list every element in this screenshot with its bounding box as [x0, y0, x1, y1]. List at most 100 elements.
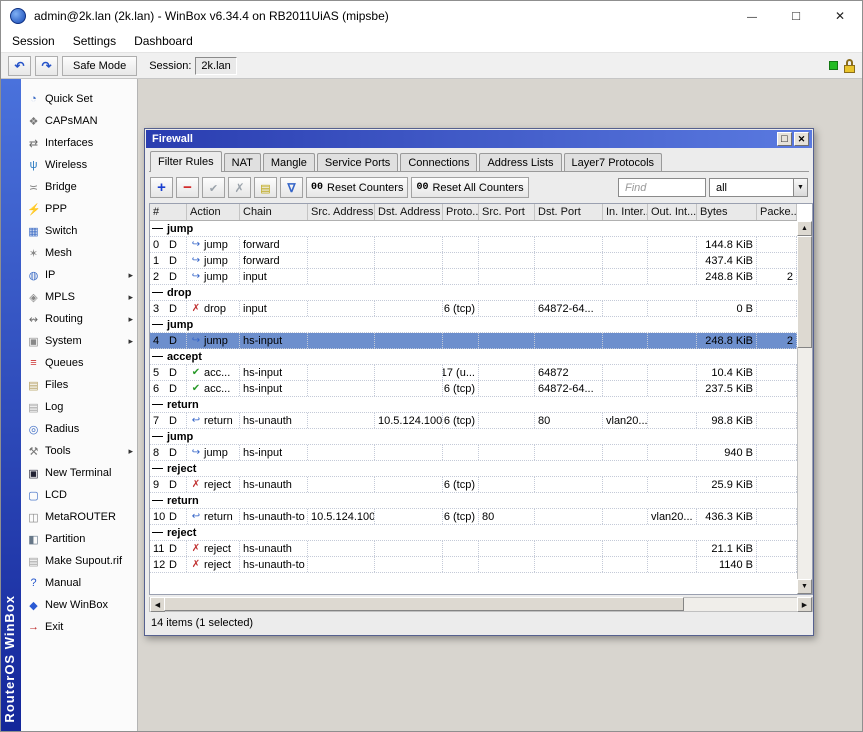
vertical-scroll-thumb[interactable] [797, 236, 812, 348]
separator-row[interactable]: accept [150, 349, 797, 365]
tab-address-lists[interactable]: Address Lists [479, 153, 561, 171]
comment-button[interactable] [254, 177, 277, 198]
sidebar-item-ppp[interactable]: ⚡PPP [21, 198, 137, 220]
rule-row[interactable]: 5D✔acc...hs-input17 (u...6487210.4 KiB [150, 365, 797, 381]
filter-combobox-value[interactable]: all [709, 178, 793, 197]
sidebar-item-make-supout-rif[interactable]: ▤Make Supout.rif [21, 550, 137, 572]
column-header-proto-[interactable]: Proto... [443, 204, 479, 220]
tab-connections[interactable]: Connections [400, 153, 477, 171]
column-header-action[interactable]: Action [187, 204, 240, 220]
scroll-right-button[interactable]: ▶ [797, 597, 812, 612]
safe-mode-button[interactable]: Safe Mode [62, 56, 137, 76]
separator-row[interactable]: return [150, 397, 797, 413]
rule-row[interactable]: 1D↪jumpforward437.4 KiB [150, 253, 797, 269]
vertical-scrollbar[interactable]: ▲ ▼ [797, 221, 812, 594]
sidebar-item-routing[interactable]: ↭Routing▸ [21, 308, 137, 330]
tab-filter-rules[interactable]: Filter Rules [150, 151, 222, 172]
separator-row[interactable]: reject [150, 461, 797, 477]
rule-row[interactable]: 2D↪jumpinput248.8 KiB2 [150, 269, 797, 285]
column-header-out-int-[interactable]: Out. Int... [648, 204, 697, 220]
column-header-dst-address[interactable]: Dst. Address [375, 204, 443, 220]
sidebar-item-system[interactable]: ▣System▸ [21, 330, 137, 352]
redo-button[interactable] [35, 56, 58, 76]
sidebar-item-new-winbox[interactable]: ◆New WinBox [21, 594, 137, 616]
sidebar-item-tools[interactable]: ⚒Tools▸ [21, 440, 137, 462]
firewall-tabs: Filter RulesNATMangleService PortsConnec… [149, 151, 809, 172]
column-header-packe-[interactable]: Packe... [757, 204, 797, 220]
rule-row[interactable]: 3D✗dropinput6 (tcp)64872-64...0 B [150, 301, 797, 317]
sidebar-item-log[interactable]: ▤Log [21, 396, 137, 418]
add-rule-button[interactable] [150, 177, 173, 198]
column-header--[interactable]: # [150, 204, 187, 220]
column-header-src-address[interactable]: Src. Address [308, 204, 375, 220]
menu-item-session[interactable]: Session [3, 31, 64, 51]
reset-all-counters-button[interactable]: 00 Reset All Counters [411, 177, 528, 198]
firewall-titlebar[interactable]: Firewall [146, 130, 812, 148]
enable-rule-button[interactable] [202, 177, 225, 198]
sidebar-item-mpls[interactable]: ◈MPLS▸ [21, 286, 137, 308]
filter-button[interactable] [280, 177, 303, 198]
separator-row[interactable]: jump [150, 221, 797, 237]
rule-row[interactable]: 11D✗rejecths-unauth21.1 KiB [150, 541, 797, 557]
session-value[interactable]: 2k.lan [195, 57, 236, 75]
separator-row[interactable]: drop [150, 285, 797, 301]
rule-row[interactable]: 4D↪jumphs-input248.8 KiB2 [150, 333, 797, 349]
dialog-close-button[interactable] [794, 132, 809, 146]
sidebar-item-quick-set[interactable]: ◔Quick Set [21, 88, 137, 110]
horizontal-scrollbar[interactable]: ◀ ▶ [149, 597, 813, 612]
rule-row[interactable]: 9D✗rejecths-unauth6 (tcp)25.9 KiB [150, 477, 797, 493]
rule-row[interactable]: 6D✔acc...hs-input6 (tcp)64872-64...237.5… [150, 381, 797, 397]
sidebar-item-wireless[interactable]: ψWireless [21, 154, 137, 176]
sidebar-item-metarouter[interactable]: ◫MetaROUTER [21, 506, 137, 528]
maximize-button[interactable] [774, 1, 818, 30]
minimize-button[interactable] [730, 1, 774, 30]
sidebar-item-files[interactable]: ▤Files [21, 374, 137, 396]
rule-row[interactable]: 10D↩returnhs-unauth-to10.5.124.1006 (tcp… [150, 509, 797, 525]
sidebar-item-lcd[interactable]: ▢LCD [21, 484, 137, 506]
find-input[interactable] [618, 178, 706, 197]
tab-service-ports[interactable]: Service Ports [317, 153, 398, 171]
undo-button[interactable] [8, 56, 31, 76]
sidebar-item-radius[interactable]: ◎Radius [21, 418, 137, 440]
sidebar-item-mesh[interactable]: ✶Mesh [21, 242, 137, 264]
separator-row[interactable]: jump [150, 429, 797, 445]
menu-item-settings[interactable]: Settings [64, 31, 125, 51]
column-header-dst-port[interactable]: Dst. Port [535, 204, 603, 220]
sidebar-item-bridge[interactable]: ≍Bridge [21, 176, 137, 198]
column-header-bytes[interactable]: Bytes [697, 204, 757, 220]
scroll-down-button[interactable]: ▼ [797, 579, 812, 594]
separator-row[interactable]: return [150, 493, 797, 509]
scroll-left-button[interactable]: ◀ [150, 597, 165, 612]
rule-row[interactable]: 7D↩returnhs-unauth10.5.124.1006 (tcp)80v… [150, 413, 797, 429]
partition-icon: ◧ [27, 533, 40, 546]
column-header-chain[interactable]: Chain [240, 204, 308, 220]
rule-row[interactable]: 0D↪jumpforward144.8 KiB [150, 237, 797, 253]
reset-counters-button[interactable]: 00 Reset Counters [306, 177, 408, 198]
disable-rule-button[interactable] [228, 177, 251, 198]
sidebar-item-ip[interactable]: ◍IP▸ [21, 264, 137, 286]
rule-row[interactable]: 12D✗rejecths-unauth-to1140 B [150, 557, 797, 573]
sidebar-item-interfaces[interactable]: ⇄Interfaces [21, 132, 137, 154]
column-header-src-port[interactable]: Src. Port [479, 204, 535, 220]
sidebar-item-exit[interactable]: →Exit [21, 616, 137, 638]
separator-row[interactable]: jump [150, 317, 797, 333]
tab-layer7-protocols[interactable]: Layer7 Protocols [564, 153, 663, 171]
sidebar-item-queues[interactable]: ≡Queues [21, 352, 137, 374]
sidebar-item-partition[interactable]: ◧Partition [21, 528, 137, 550]
chevron-down-icon[interactable]: ▼ [793, 178, 808, 197]
close-button[interactable] [818, 1, 862, 30]
tab-nat[interactable]: NAT [224, 153, 261, 171]
remove-rule-button[interactable] [176, 177, 199, 198]
sidebar-item-manual[interactable]: ?Manual [21, 572, 137, 594]
sidebar-item-new-terminal[interactable]: ▣New Terminal [21, 462, 137, 484]
horizontal-scroll-thumb[interactable] [164, 597, 684, 611]
scroll-up-button[interactable]: ▲ [797, 221, 812, 236]
separator-row[interactable]: reject [150, 525, 797, 541]
sidebar-item-switch[interactable]: ▦Switch [21, 220, 137, 242]
tab-mangle[interactable]: Mangle [263, 153, 315, 171]
rule-row[interactable]: 8D↪jumphs-input940 B [150, 445, 797, 461]
menu-item-dashboard[interactable]: Dashboard [125, 31, 202, 51]
column-header-in-inter-[interactable]: In. Inter... [603, 204, 648, 220]
dialog-maximize-button[interactable] [777, 132, 792, 146]
sidebar-item-capsman[interactable]: ❖CAPsMAN [21, 110, 137, 132]
